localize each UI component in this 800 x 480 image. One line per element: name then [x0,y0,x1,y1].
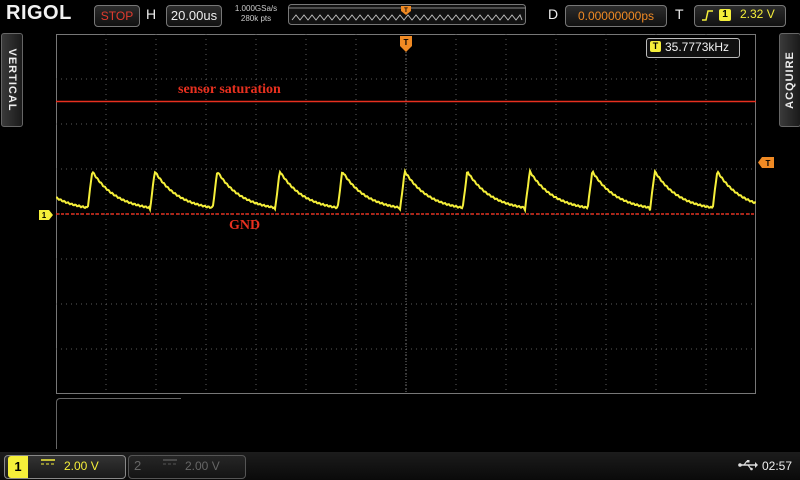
rigol-logo: RIGOL [6,2,72,24]
waveform-display[interactable] [56,34,756,394]
horizontal-label: H [146,6,157,22]
vertical-tab[interactable]: VERTICAL [1,33,23,127]
clock: 02:57 [762,459,793,473]
channel1-marker-label: 1 [42,211,47,220]
run-stop-status[interactable]: STOP [94,5,140,27]
rising-edge-icon [702,10,713,21]
channel1-scale: 2.00 V [64,459,99,473]
channel2-scale: 2.00 V [185,459,220,473]
acquire-tab-label: ACQUIRE [784,51,796,109]
trigger-delay[interactable]: 0.00000000ps [565,5,667,27]
channel2-number: 2 [134,458,142,473]
memory-overview-bar[interactable]: T [288,4,526,25]
channel1-number: 1 [8,456,28,478]
svg-text:T: T [404,8,408,14]
svg-text:T: T [404,38,409,47]
acquire-tab[interactable]: ACQUIRE [779,33,800,127]
trigger-measure-icon: T [650,41,661,52]
trigger-marker-label: T [766,159,771,168]
horizontal-scale[interactable]: 20.00us [166,5,222,27]
dc-coupling-icon [40,457,56,470]
dc-coupling-icon [162,457,178,470]
trigger-position-marker-icon[interactable]: T [400,36,412,54]
frequency-value: 35.7773kHz [665,40,730,54]
delay-label: D [548,6,559,22]
sample-rate: 1.000GSa/s [234,4,278,13]
info-panel [56,398,181,449]
ground-annotation: GND [229,218,261,233]
vertical-tab-label: VERTICAL [6,48,18,112]
trigger-level: 2.32 V [740,7,775,21]
trigger-level-marker[interactable]: T [758,157,774,168]
acquisition-info: 1.000GSa/s 280k pts [228,4,284,24]
channel1-offset-marker[interactable]: 1 [39,210,53,220]
trigger-source-icon: 1 [719,9,731,21]
usb-icon [738,460,758,471]
memory-depth: 280k pts [240,14,272,23]
saturation-annotation: sensor saturation [178,82,281,97]
trigger-label: T [675,6,684,22]
